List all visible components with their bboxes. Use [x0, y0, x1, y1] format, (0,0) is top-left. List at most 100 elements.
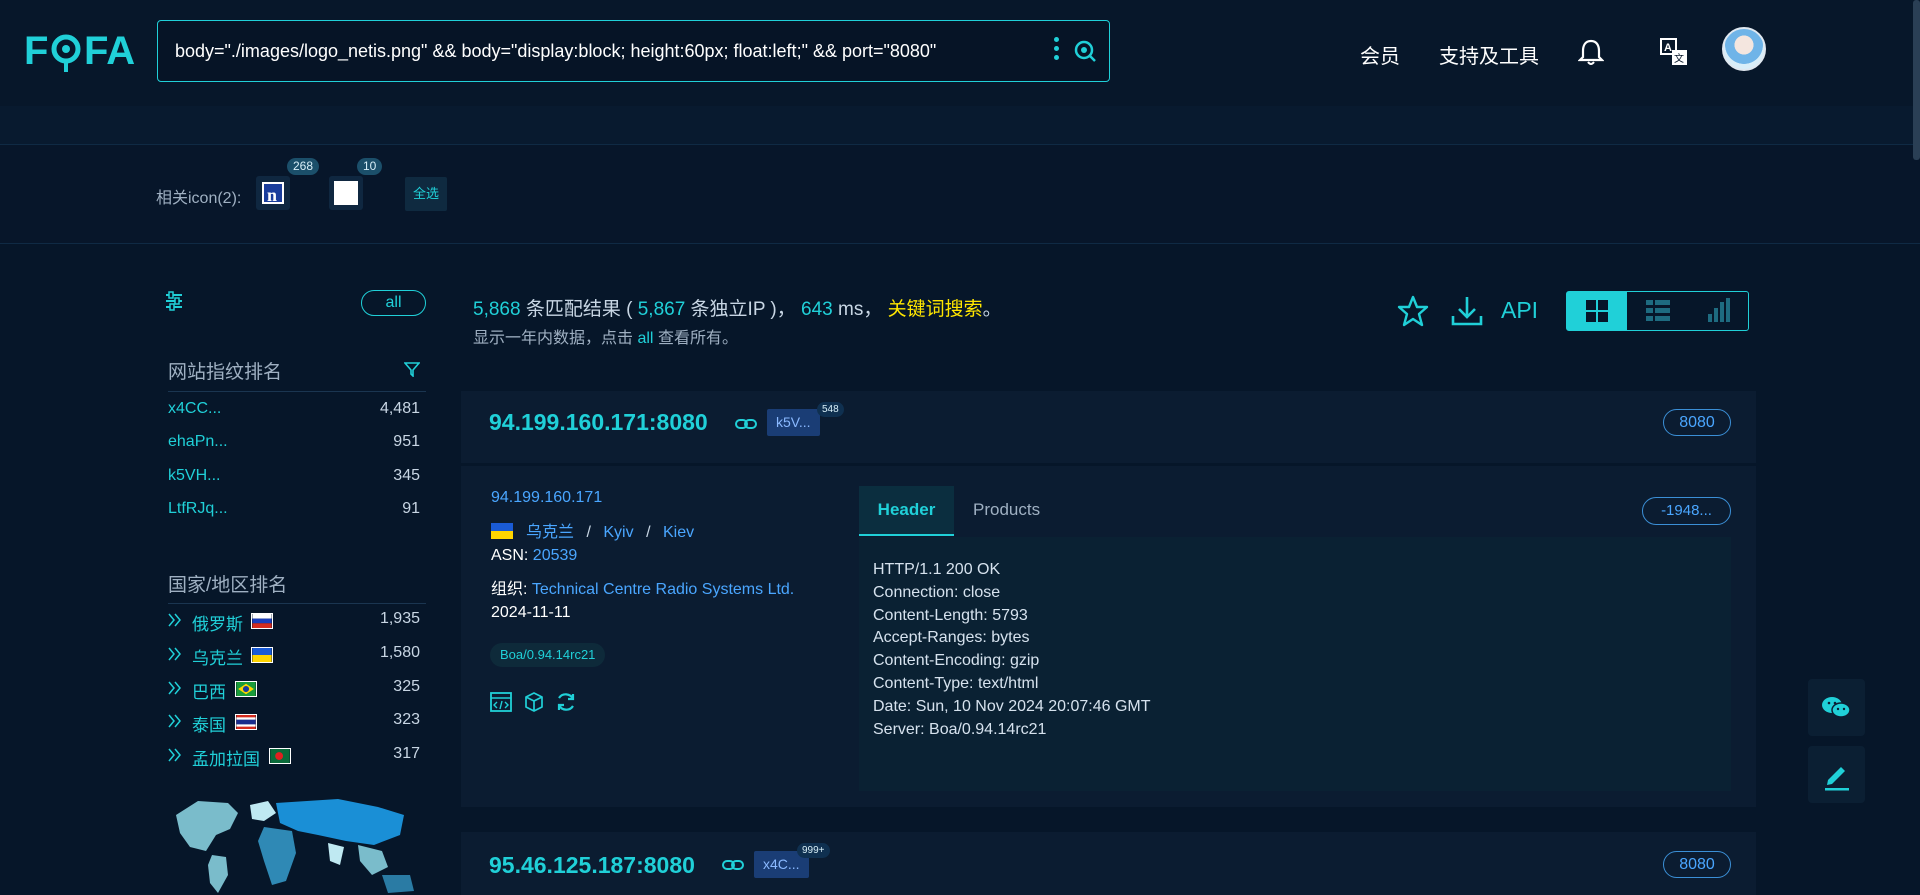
org-link[interactable]: Technical Centre Radio Systems Ltd. — [532, 581, 794, 598]
related-icons-label: 相关icon(2): — [156, 190, 242, 207]
link-icon[interactable] — [735, 417, 757, 431]
country-ranking-heading: 国家/地区排名 — [168, 575, 288, 596]
tab-header[interactable]: Header — [859, 486, 954, 536]
filter-settings-icon[interactable] — [164, 291, 184, 311]
header-line: Date: Sun, 10 Nov 2024 20:07:46 GMT — [873, 698, 1151, 715]
fingerprint-hash-count: 999+ — [797, 843, 830, 858]
edit-pen-icon — [1825, 767, 1849, 791]
location-line: 乌克兰 / Kyiv / Kiev — [526, 518, 694, 542]
more-options-icon[interactable] — [1053, 37, 1059, 63]
header-line: Connection: close — [873, 584, 1001, 601]
fingerprint-item[interactable]: ehaPn... — [168, 433, 228, 451]
country-item[interactable]: 乌克兰 — [192, 644, 243, 669]
country-item[interactable]: 孟加拉国 — [192, 745, 260, 770]
show-all-link[interactable]: all — [637, 330, 653, 347]
double-chevron-right-icon[interactable] — [168, 681, 182, 695]
russia-flag-icon — [251, 613, 273, 629]
divider — [168, 603, 426, 604]
code-view-icon[interactable] — [490, 691, 512, 713]
ukraine-flag-icon — [491, 523, 513, 539]
double-chevron-right-icon[interactable] — [168, 748, 182, 762]
result-ip-link[interactable]: 94.199.160.171 — [491, 489, 602, 507]
cube-icon[interactable] — [523, 691, 545, 713]
port-pill[interactable]: 8080 — [1663, 409, 1731, 436]
thailand-flag-icon — [235, 714, 257, 730]
feedback-button[interactable] — [1808, 746, 1865, 803]
svg-text:F: F — [24, 29, 48, 73]
result-stats: 5,868 条匹配结果 ( 5,867 条独立IP )， 643 ms， 关键词… — [473, 294, 1002, 321]
double-chevron-right-icon[interactable] — [168, 714, 182, 728]
chart-view-button[interactable] — [1688, 292, 1748, 330]
svg-text:文: 文 — [1674, 52, 1684, 65]
region-link[interactable]: Kyiv — [603, 524, 633, 541]
view-switcher — [1566, 291, 1749, 331]
search-input[interactable]: body="./images/logo_netis.png" && body="… — [175, 41, 936, 62]
fingerprint-item[interactable]: LtfRJq... — [168, 500, 228, 518]
ip-count: 5,867 — [637, 299, 686, 320]
header-line: Accept-Ranges: bytes — [873, 629, 1030, 646]
double-chevron-right-icon[interactable] — [168, 647, 182, 661]
related-icon-blank[interactable] — [329, 176, 363, 210]
icon-hash-pill[interactable]: -1948... — [1642, 497, 1731, 525]
result-ip-port-link[interactable]: 94.199.160.171:8080 — [489, 409, 708, 436]
country-count: 317 — [393, 745, 420, 762]
fingerprint-hash-chip[interactable]: k5V... — [767, 409, 820, 436]
country-count: 325 — [393, 678, 420, 695]
server-tag[interactable]: Boa/0.94.14rc21 — [490, 643, 606, 667]
bell-icon[interactable] — [1578, 38, 1604, 66]
list-view-button[interactable] — [1628, 292, 1688, 330]
nav-membership[interactable]: 会员 — [1360, 40, 1400, 69]
country-link[interactable]: 乌克兰 — [526, 524, 574, 541]
all-toggle[interactable]: all — [361, 290, 426, 316]
city-link[interactable]: Kiev — [663, 524, 694, 541]
tab-products[interactable]: Products — [973, 500, 1040, 520]
bar-chart-icon — [1708, 298, 1730, 322]
star-icon[interactable] — [1396, 294, 1430, 328]
page-scrollbar[interactable] — [1913, 0, 1920, 160]
country-item[interactable]: 巴西 — [192, 678, 226, 703]
header-line: Content-Length: 5793 — [873, 607, 1028, 624]
asn-link[interactable]: 20539 — [533, 547, 578, 564]
grid-view-button[interactable] — [1567, 292, 1627, 330]
country-item[interactable]: 俄罗斯 — [192, 610, 243, 635]
search-icon[interactable] — [1073, 39, 1097, 63]
related-icon-netis[interactable]: n — [256, 176, 290, 210]
nav-support-tools[interactable]: 支持及工具 — [1439, 40, 1539, 69]
match-text: 条匹配结果 ( — [525, 299, 633, 320]
subtext-prefix: 显示一年内数据，点击 — [473, 330, 634, 347]
double-chevron-right-icon[interactable] — [168, 613, 182, 627]
bangladesh-flag-icon — [269, 748, 291, 764]
refresh-icon[interactable] — [555, 691, 577, 713]
filter-funnel-icon[interactable] — [404, 361, 420, 377]
translate-icon[interactable]: A 文 — [1660, 38, 1688, 66]
fingerprint-item[interactable]: x4CC... — [168, 400, 221, 418]
keyword-search-link[interactable]: 关键词搜索 — [888, 299, 983, 320]
port-pill[interactable]: 8080 — [1663, 851, 1731, 878]
world-map[interactable] — [168, 795, 420, 895]
fingerprint-item[interactable]: k5VH... — [168, 467, 220, 485]
api-button[interactable]: API — [1501, 297, 1538, 324]
netis-logo-icon: n — [262, 182, 284, 205]
wechat-button[interactable] — [1808, 679, 1865, 736]
select-all-button[interactable]: 全选 — [405, 177, 447, 211]
fingerprint-ranking-heading: 网站指纹排名 — [168, 362, 283, 383]
download-icon[interactable] — [1450, 294, 1484, 328]
svg-text:FA: FA — [84, 29, 135, 73]
country-item[interactable]: 泰国 — [192, 711, 226, 736]
header-line: Content-Encoding: gzip — [873, 652, 1040, 669]
search-box[interactable]: body="./images/logo_netis.png" && body="… — [157, 20, 1110, 82]
related-icon-count: 268 — [287, 158, 320, 175]
card-divider — [461, 463, 1756, 466]
brazil-flag-icon — [235, 681, 257, 697]
user-avatar[interactable] — [1722, 27, 1766, 71]
divider — [168, 391, 426, 392]
org-line: 组织: Technical Centre Radio Systems Ltd. — [491, 575, 794, 599]
subtext-suffix: 查看所有。 — [657, 330, 738, 347]
link-icon[interactable] — [722, 858, 744, 872]
list-icon — [1646, 300, 1670, 321]
ip-text: 条独立IP )， — [690, 299, 796, 320]
fofa-logo[interactable]: F FA — [24, 26, 136, 74]
svg-text:n: n — [267, 185, 277, 205]
svg-text:A: A — [1664, 42, 1672, 54]
result-ip-port-link[interactable]: 95.46.125.187:8080 — [489, 852, 695, 879]
